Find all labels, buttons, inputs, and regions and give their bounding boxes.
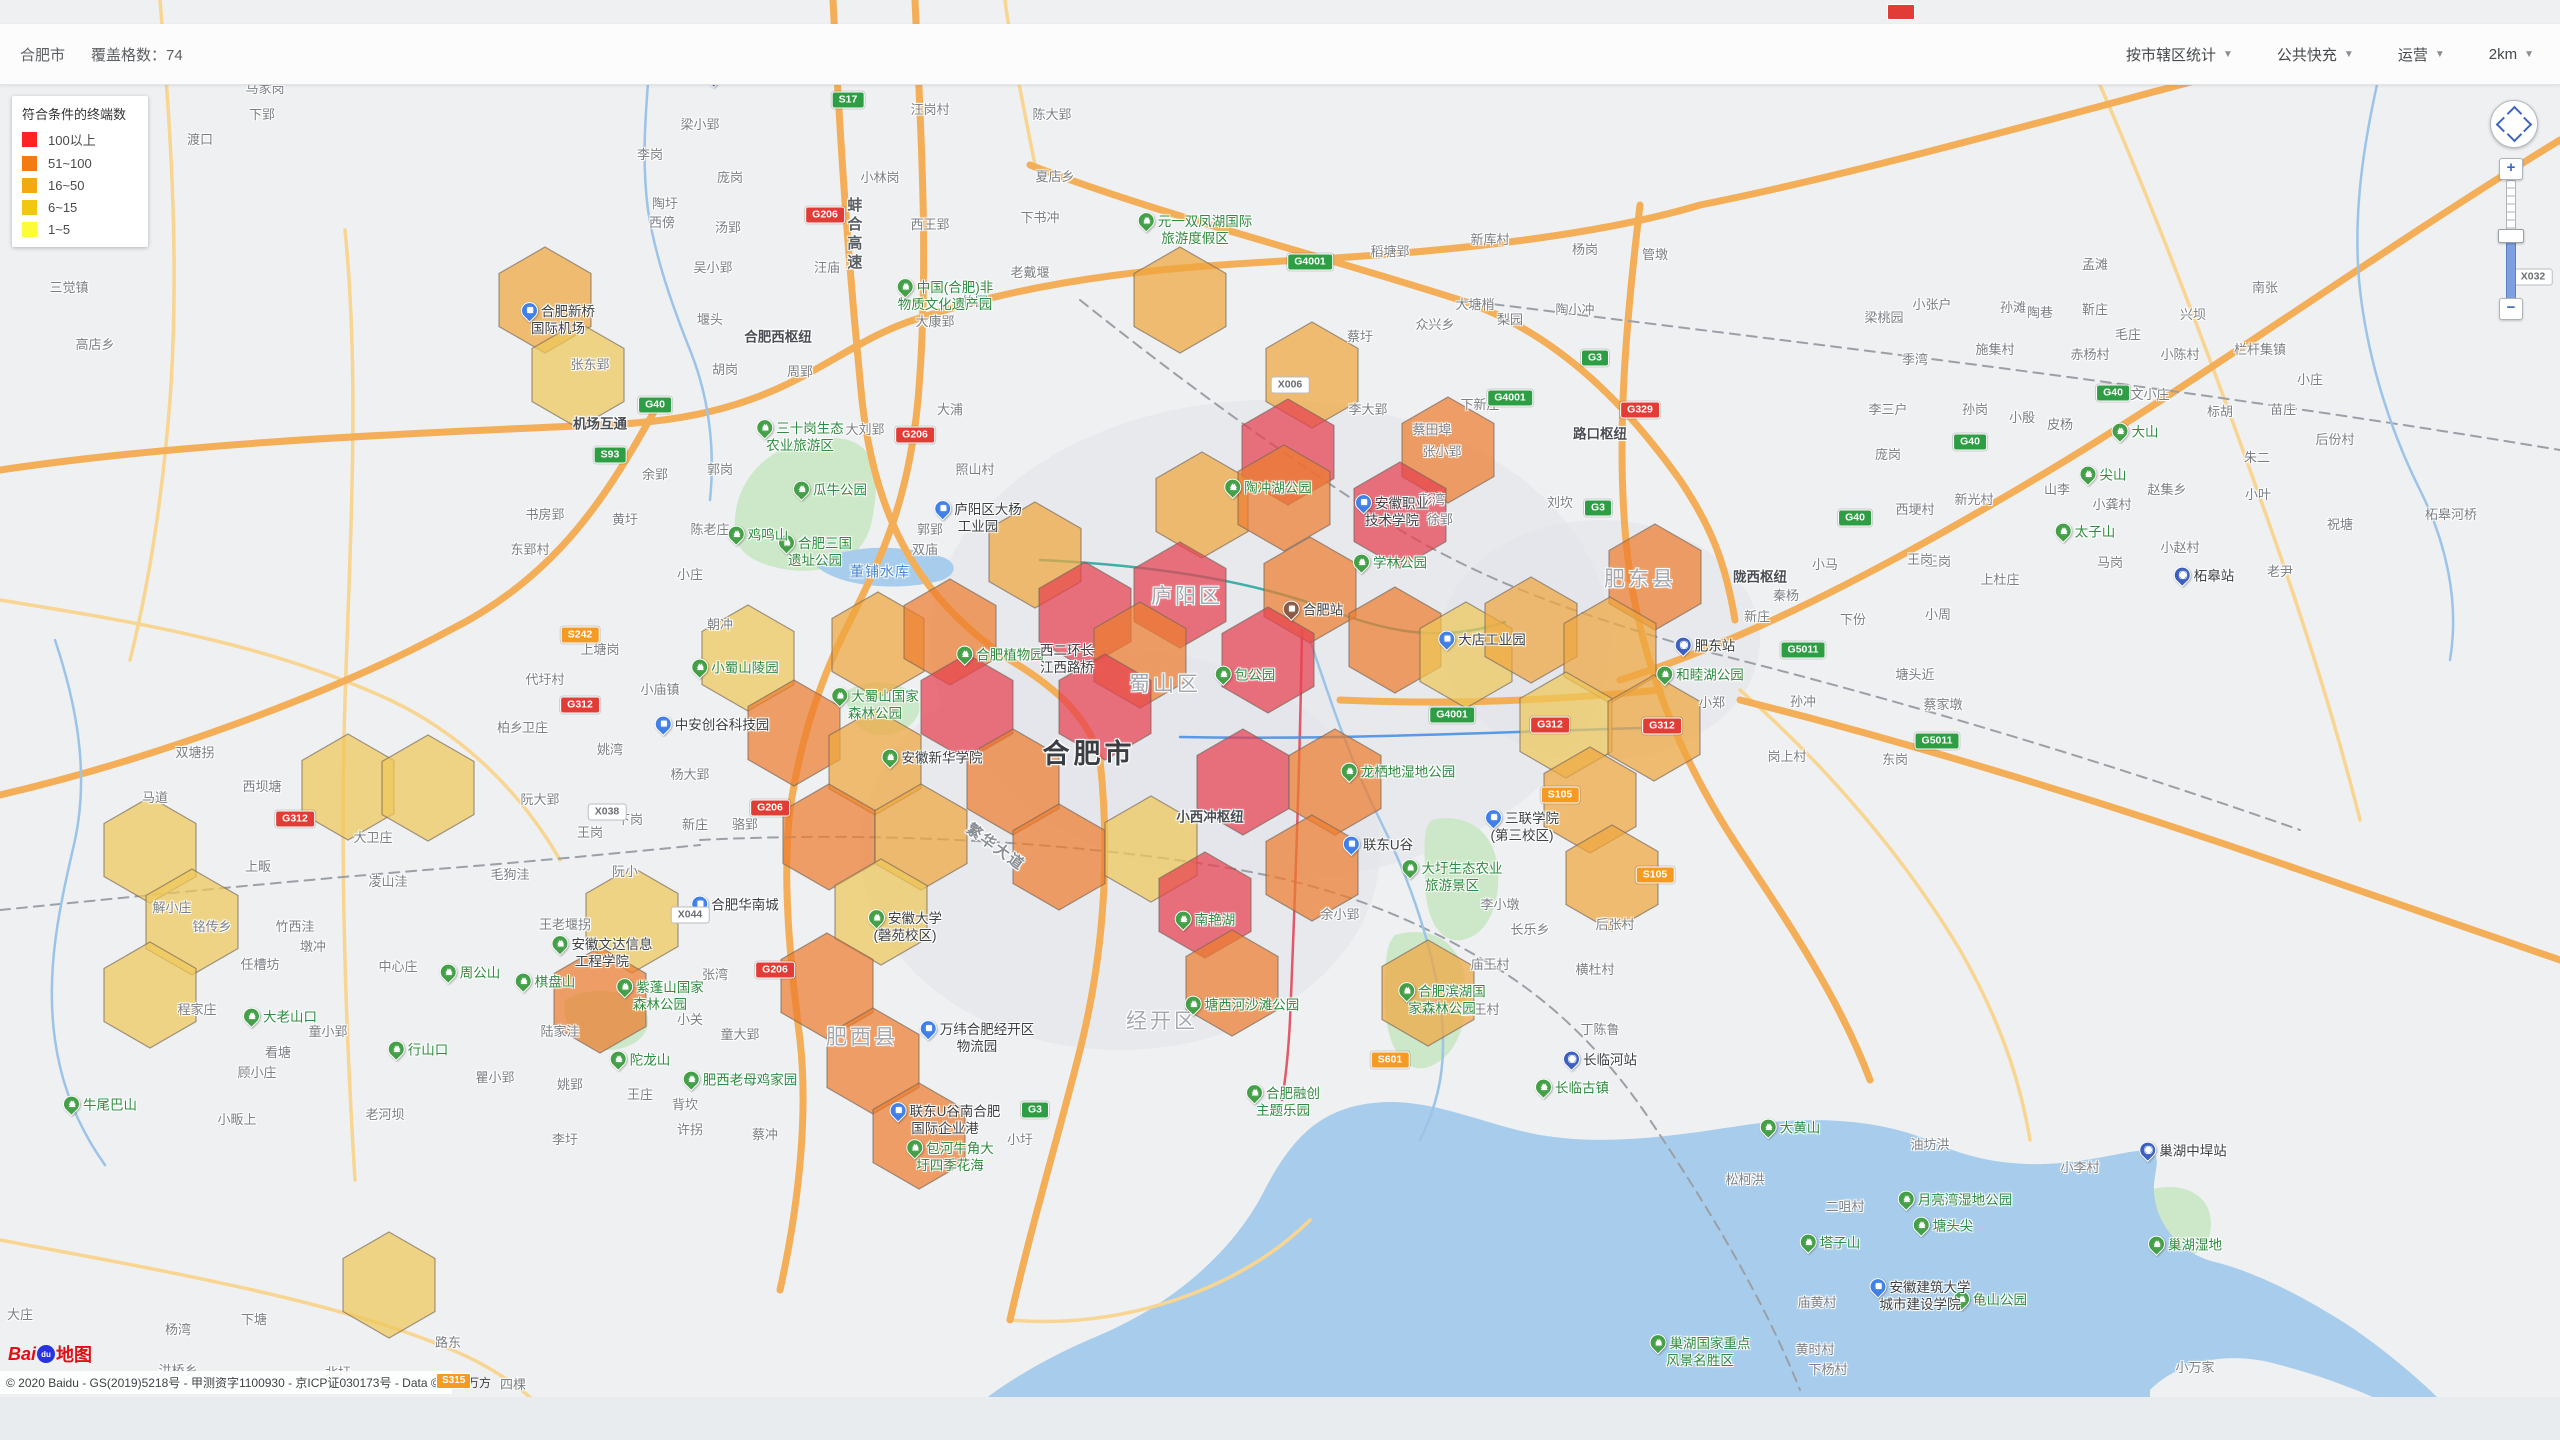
pan-right-icon[interactable]	[2517, 117, 2533, 133]
map-pan-control[interactable]	[2490, 100, 2538, 148]
s315-road-shield: S315	[436, 1373, 471, 1389]
zoom-slider-handle[interactable]	[2498, 229, 2524, 243]
menu-label: 公共快充	[2277, 44, 2337, 65]
highway-road	[0, 410, 655, 795]
logo-paw-icon: du	[37, 1345, 55, 1363]
legend-label: 1~5	[48, 222, 70, 237]
river-line	[645, 30, 712, 500]
menu-label: 运营	[2398, 44, 2428, 65]
legend-item: 6~15	[22, 200, 138, 215]
map-canvas[interactable]: 马家岗下郢渡口三觉镇高店乡梁小郢李岗庞岗陶圩西傍汤郢吴小郢汪庙汪岗村陈大郢夏店乡…	[0, 0, 2560, 1397]
pan-up-icon[interactable]	[2507, 106, 2523, 122]
legend-item: 100以上	[22, 130, 138, 149]
legend-swatch	[22, 178, 37, 193]
highway-road	[1740, 700, 2560, 960]
minor-road	[0, 600, 560, 860]
toolbar-menu-0[interactable]: 按市辖区统计 ▼	[2126, 44, 2233, 65]
toolbar-menu-1[interactable]: 公共快充 ▼	[2277, 44, 2354, 65]
legend-swatch	[22, 132, 37, 147]
coverage-count: 覆盖格数：74	[91, 44, 183, 65]
pan-down-icon[interactable]	[2507, 127, 2523, 143]
legend-title: 符合条件的终端数	[22, 104, 138, 123]
water-body	[940, 1102, 2560, 1397]
legend-item: 51~100	[22, 156, 138, 171]
coverage-hex-level-4[interactable]	[302, 734, 394, 840]
legend-label: 100以上	[48, 130, 96, 149]
logo-bai: Bai	[8, 1344, 36, 1365]
legend-label: 6~15	[48, 200, 77, 215]
minor-road	[2100, 85, 2360, 820]
coverage-hex-level-4[interactable]	[382, 735, 474, 841]
river-line	[2357, 30, 2453, 660]
highway-road	[1620, 140, 2560, 680]
zoom-out-button[interactable]: −	[2499, 298, 2523, 320]
legend-swatch	[22, 222, 37, 237]
coverage-summary: 合肥市 覆盖格数：74	[20, 44, 183, 65]
toolbar-menu-2[interactable]: 运营 ▼	[2398, 44, 2445, 65]
copyright-text: © 2020 Baidu - GS(2019)5218号 - 甲测资字11009…	[6, 1374, 491, 1391]
chevron-down-icon: ▼	[2524, 49, 2534, 60]
legend-label: 16~50	[48, 178, 85, 193]
minor-road	[343, 230, 355, 1180]
legend-item: 16~50	[22, 178, 138, 193]
logo-ditu: 地图	[56, 1341, 92, 1367]
map-graphics	[0, 0, 2560, 1397]
park-area	[1425, 818, 1499, 940]
toolbar-menus: 按市辖区统计 ▼ 公共快充 ▼ 运营 ▼ 2km ▼	[2126, 44, 2534, 65]
menu-label: 按市辖区统计	[2126, 44, 2216, 65]
legend-label: 51~100	[48, 156, 92, 171]
coverage-hex-level-4[interactable]	[343, 1232, 435, 1338]
legend-swatch	[22, 156, 37, 171]
partial-road-shield	[1887, 4, 1915, 20]
zoom-slider-fill	[2506, 236, 2516, 300]
menu-label: 2km	[2489, 46, 2517, 63]
legend-swatch	[22, 200, 37, 215]
zoom-in-button[interactable]: +	[2499, 158, 2523, 180]
legend-item: 1~5	[22, 222, 138, 237]
chevron-down-icon: ▼	[2223, 49, 2233, 60]
app-stage: 马家岗下郢渡口三觉镇高店乡梁小郢李岗庞岗陶圩西傍汤郢吴小郢汪庙汪岗村陈大郢夏店乡…	[0, 0, 2560, 1440]
city-name: 合肥市	[20, 44, 65, 65]
pan-left-icon[interactable]	[2496, 117, 2512, 133]
top-toolbar: 合肥市 覆盖格数：74 按市辖区统计 ▼ 公共快充 ▼ 运营 ▼ 2km ▼	[0, 24, 2560, 85]
baidu-maps-logo: Bai du 地图	[8, 1341, 92, 1367]
toolbar-menu-3[interactable]: 2km ▼	[2489, 44, 2534, 65]
chevron-down-icon: ▼	[2344, 49, 2354, 60]
chevron-down-icon: ▼	[2435, 49, 2445, 60]
legend-panel: 符合条件的终端数 100以上 51~100 16~50 6~15 1~5	[12, 96, 148, 247]
highway-road	[0, 30, 2390, 470]
